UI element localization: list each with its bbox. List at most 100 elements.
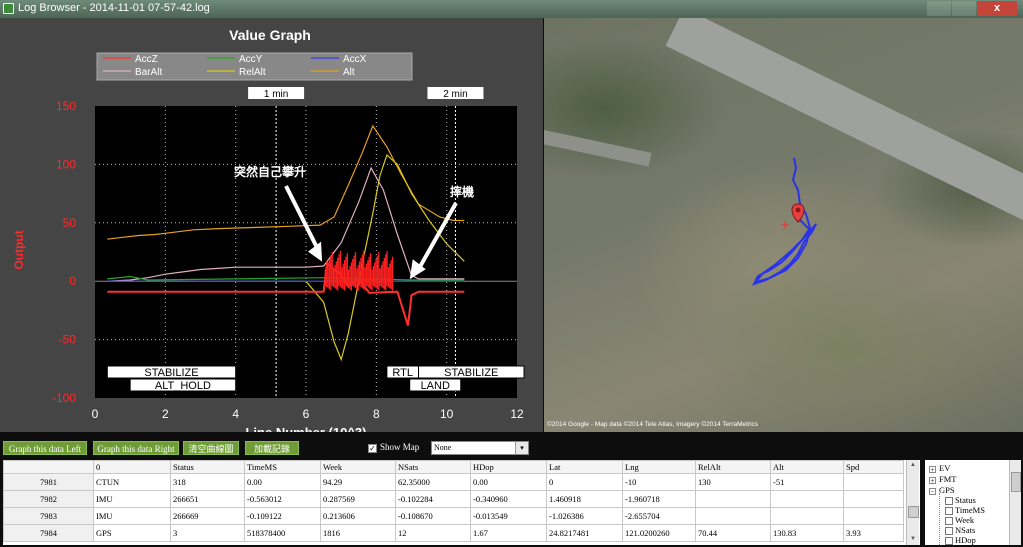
table-cell[interactable] [843,490,904,508]
grid-scrollbar[interactable]: ▲ ▼ [906,460,919,545]
table-row[interactable]: 7984 GPS 3 518378400 1816 12 1.67 24.8217481 121… [3,524,904,542]
column-header[interactable]: RelAlt [695,460,771,474]
table-cell[interactable]: -0.109122 [244,507,321,525]
table-cell[interactable]: 0.00 [244,473,321,491]
table-cell[interactable] [770,490,844,508]
table-row[interactable]: 7981 CTUN 318 0.00 94.29 62.35000 0.00 0 -10 130-… [3,473,904,491]
table-cell[interactable]: CTUN [93,473,171,491]
column-header[interactable]: Spd [843,460,904,474]
row-number[interactable]: 7984 [3,524,94,542]
field-checkbox[interactable] [945,517,953,526]
column-header[interactable]: Alt [770,460,844,474]
column-header[interactable]: 0 [93,460,171,474]
clear-graph-button[interactable]: 清空曲線圖 [183,441,239,455]
table-cell[interactable]: -0.013549 [470,507,547,525]
show-map-checkbox[interactable]: ✓ [368,444,377,453]
minimize-button[interactable] [927,1,951,16]
expand-icon[interactable]: + [929,476,936,484]
graph-left-button[interactable]: Graph this data Left [3,441,87,455]
graph-right-button[interactable]: Graph this data Right [93,441,179,455]
table-cell[interactable]: -0.340960 [470,490,547,508]
table-cell[interactable]: 62.35000 [395,473,471,491]
table-cell[interactable]: 266651 [170,490,245,508]
table-cell[interactable]: 318 [170,473,245,491]
table-row[interactable]: 7982 IMU 266651 -0.563012 0.287569 -0.102284-… [3,490,904,508]
tree-field-item[interactable]: Status [945,495,976,506]
table-cell[interactable]: 0.287569 [320,490,396,508]
row-number[interactable]: 7981 [3,473,94,491]
table-cell[interactable]: 24.8217481 [546,524,623,542]
table-cell[interactable]: 266669 [170,507,245,525]
column-header[interactable]: Lat [546,460,623,474]
tree-field-item[interactable]: HDop [945,535,976,545]
table-cell[interactable]: IMU [93,490,171,508]
table-cell[interactable]: -51 [770,473,844,491]
table-cell[interactable]: -0.563012 [244,490,321,508]
table-cell[interactable]: 518378400 [244,524,321,542]
chevron-down-icon[interactable]: ▾ [515,442,528,454]
close-button[interactable]: x [977,1,1017,16]
table-cell[interactable]: 1.67 [470,524,547,542]
table-cell[interactable]: -1.026386 [546,507,623,525]
table-cell[interactable]: 130 [695,473,771,491]
collapse-icon[interactable]: − [929,487,936,495]
column-header[interactable]: Lng [622,460,696,474]
column-header[interactable]: TimeMS [244,460,321,474]
graph-select[interactable]: None ▾ [431,441,529,455]
table-cell[interactable]: 70.44 [695,524,771,542]
table-cell[interactable] [843,473,904,491]
tree-field-item[interactable]: NSats [945,525,976,536]
table-cell[interactable]: 12 [395,524,471,542]
expand-icon[interactable]: + [929,465,936,473]
row-number[interactable]: 7982 [3,490,94,508]
column-header[interactable]: NSats [395,460,471,474]
column-header[interactable] [3,460,94,474]
table-cell[interactable]: 3 [170,524,245,542]
table-cell[interactable]: 121.0200260 [622,524,696,542]
scroll-up-icon[interactable]: ▲ [907,460,919,471]
field-checkbox[interactable] [945,507,953,516]
tree-scrollbar[interactable] [1009,460,1021,545]
tree-node[interactable]: + FMT [929,474,956,484]
x-axis-label: Line Number (10^3) [245,425,366,432]
table-cell[interactable] [695,507,771,525]
field-checkbox[interactable] [945,497,953,506]
table-cell[interactable]: IMU [93,507,171,525]
table-cell[interactable]: -0.108670 [395,507,471,525]
table-row[interactable]: 7983 IMU 266669 -0.109122 0.213606 -0.108670-… [3,507,904,525]
table-cell[interactable]: -0.102284 [395,490,471,508]
table-cell[interactable] [843,507,904,525]
table-cell[interactable]: GPS [93,524,171,542]
table-cell[interactable]: 1816 [320,524,396,542]
table-cell[interactable]: 0.213606 [320,507,396,525]
table-cell[interactable] [695,490,771,508]
load-log-button[interactable]: 加載記錄 [245,441,299,455]
table-cell[interactable]: 3.93 [843,524,904,542]
field-checkbox[interactable] [945,537,953,545]
table-cell[interactable]: -1.960718 [622,490,696,508]
column-header[interactable]: Status [170,460,245,474]
tree-field-item[interactable]: Week [945,515,974,526]
map-panel[interactable]: + ©2014 Google - Map data ©2014 Tele Atl… [544,18,1023,432]
field-checkbox[interactable] [945,527,953,536]
column-header[interactable]: HDop [470,460,547,474]
tree-field-item[interactable]: TimeMS [945,505,985,516]
scroll-thumb[interactable] [908,506,919,518]
row-number[interactable]: 7983 [3,507,94,525]
table-cell[interactable] [770,507,844,525]
tree-field-label: NSats [955,525,976,535]
maximize-button[interactable] [952,1,976,16]
tree-node[interactable]: + EV [929,463,950,473]
tree-scroll-thumb[interactable] [1011,472,1021,492]
tree-node[interactable]: − GPS [929,485,955,495]
table-cell[interactable]: 94.29 [320,473,396,491]
column-header[interactable]: Week [320,460,396,474]
table-cell[interactable]: 130.83 [770,524,844,542]
table-cell[interactable]: -10 [622,473,696,491]
table-cell[interactable]: 0 [546,473,623,491]
table-cell[interactable]: 1.460918 [546,490,623,508]
scroll-down-icon[interactable]: ▼ [907,534,919,545]
table-cell[interactable]: -2.655704 [622,507,696,525]
tree-node-label: GPS [939,485,955,495]
table-cell[interactable]: 0.00 [470,473,547,491]
